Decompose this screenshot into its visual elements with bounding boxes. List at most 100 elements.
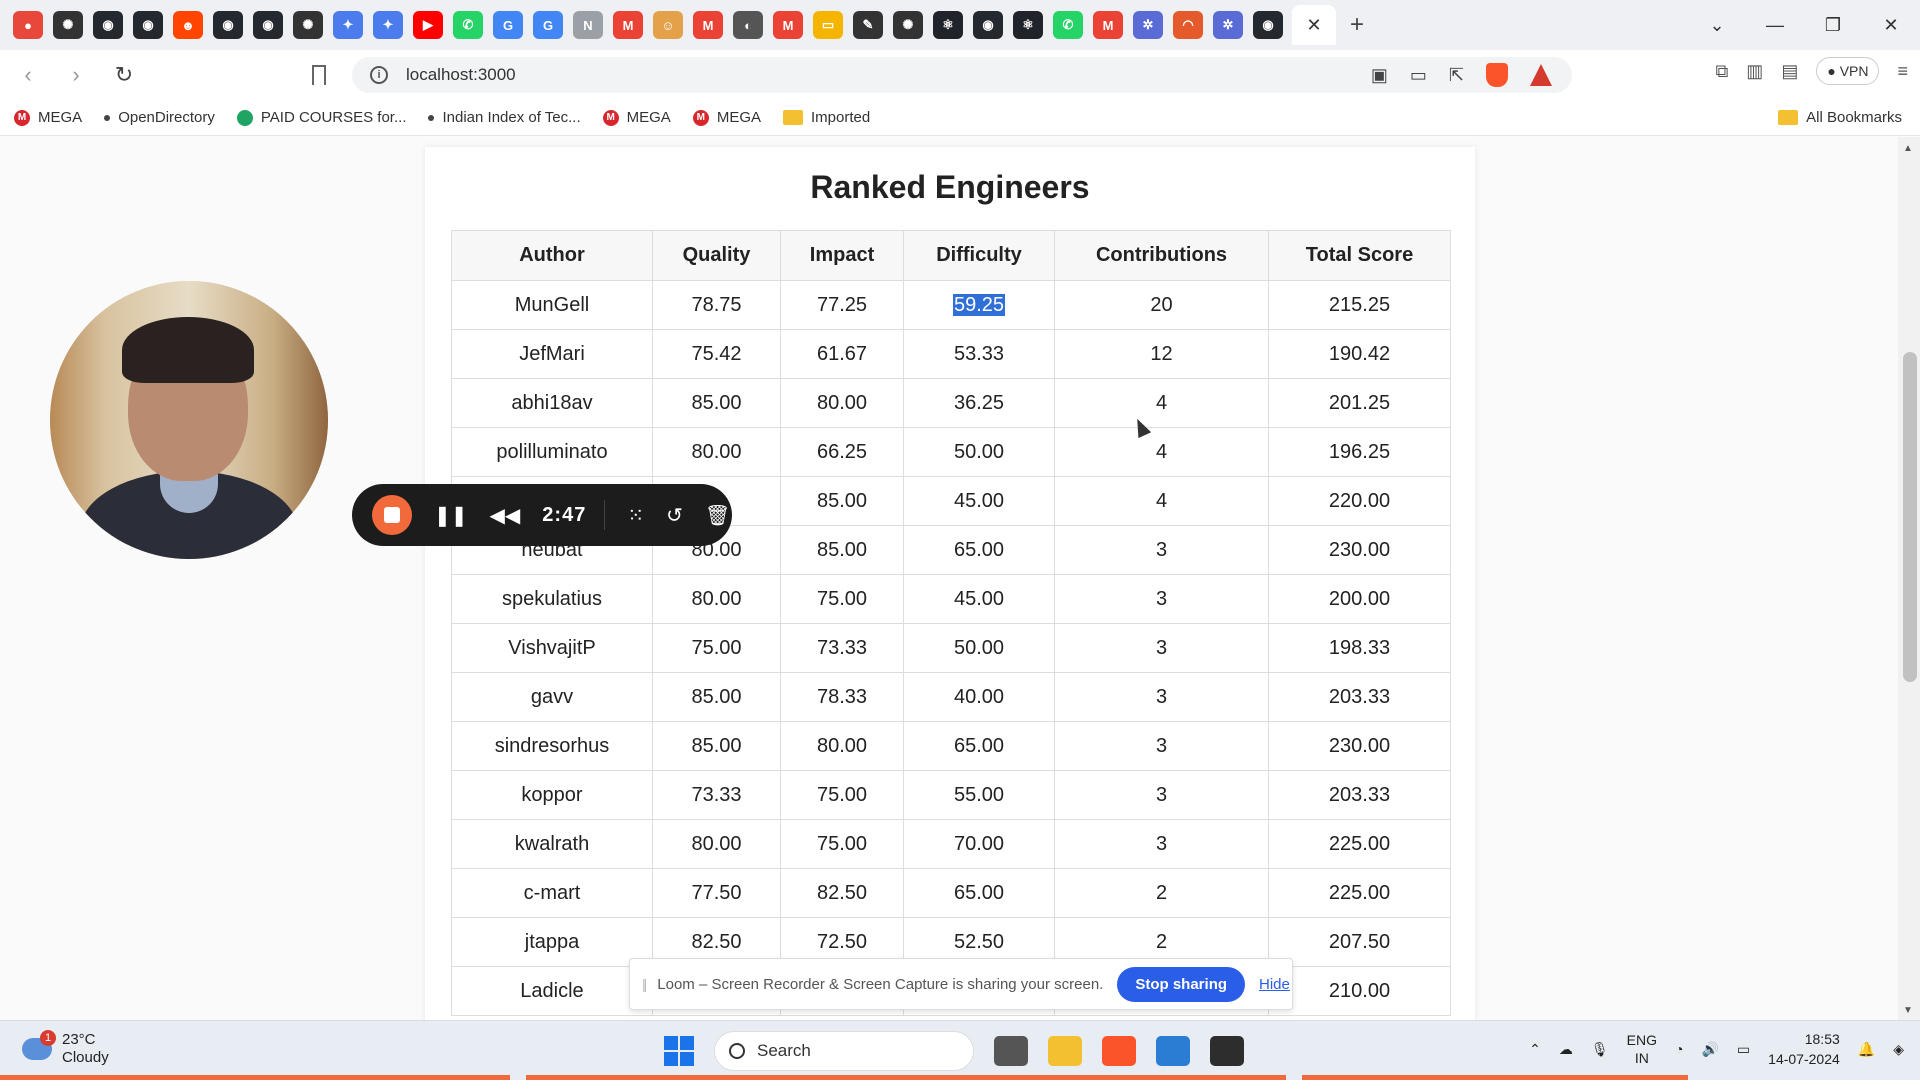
minimize-button[interactable]: — <box>1746 15 1804 36</box>
terminal-icon[interactable] <box>1210 1036 1244 1066</box>
camera-icon[interactable]: ▣ <box>1371 65 1388 86</box>
globe-icon[interactable]: ◐ <box>733 11 763 39</box>
google-icon[interactable]: G <box>533 11 563 39</box>
bookmark-item[interactable]: M MEGA <box>14 109 82 126</box>
gmail-icon[interactable]: M <box>1093 11 1123 39</box>
notification-bell-icon[interactable]: 🔔 <box>1858 1041 1875 1058</box>
github-icon[interactable]: ◉ <box>1253 11 1283 39</box>
github-icon[interactable]: ◉ <box>213 11 243 39</box>
restart-icon[interactable]: ↺ <box>666 503 683 528</box>
taskbar-search[interactable]: Search <box>714 1031 974 1071</box>
google-icon[interactable]: G <box>493 11 523 39</box>
active-tab[interactable]: ✕ <box>1292 5 1336 45</box>
site-info-icon[interactable]: i <box>370 66 388 84</box>
bookmark-item[interactable]: Imported <box>783 109 870 126</box>
webcam-bubble[interactable] <box>50 281 328 559</box>
battery-icon[interactable]: ▭ <box>1737 1041 1750 1058</box>
windows-start-icon[interactable] <box>664 1036 694 1066</box>
gmail-icon[interactable]: M <box>613 11 643 39</box>
github-icon[interactable]: ◉ <box>93 11 123 39</box>
hide-link[interactable]: Hide <box>1259 976 1290 993</box>
copilot-icon[interactable]: ◈ <box>1893 1041 1904 1058</box>
openai-icon[interactable]: ✺ <box>893 11 923 39</box>
menu-icon[interactable]: ≡ <box>1897 61 1908 82</box>
wallet-icon[interactable]: ▤ <box>1781 61 1798 82</box>
address-bar[interactable]: i localhost:3000 ▣ ▭ ⇱ <box>352 57 1572 93</box>
language-indicator[interactable]: ENG IN <box>1627 1031 1657 1067</box>
share-icon[interactable]: ⇱ <box>1449 65 1464 86</box>
all-bookmarks[interactable]: All Bookmarks <box>1778 109 1902 126</box>
wifi-icon[interactable]: ◔ <box>1675 1041 1683 1057</box>
volume-icon[interactable]: 🔊 <box>1701 1041 1718 1058</box>
scroll-down-icon[interactable]: ▼ <box>1903 1005 1913 1016</box>
column-header[interactable]: Total Score <box>1268 230 1451 281</box>
new-tab-icon[interactable]: N <box>573 11 603 39</box>
slides-icon[interactable]: ▭ <box>813 11 843 39</box>
react-icon[interactable]: ⚛ <box>933 11 963 39</box>
column-header[interactable]: Author <box>451 230 653 281</box>
clock[interactable]: 18:53 14-07-2024 <box>1768 1029 1840 1069</box>
brave-shields-icon[interactable] <box>1486 63 1508 87</box>
weather-widget[interactable]: 1 23°C Cloudy <box>22 1030 109 1067</box>
gemini-icon[interactable]: ✦ <box>333 11 363 39</box>
url-text[interactable]: localhost:3000 <box>406 65 516 85</box>
stop-sharing-button[interactable]: Stop sharing <box>1117 966 1246 1002</box>
react-icon[interactable]: ⚛ <box>1013 11 1043 39</box>
close-tab-icon[interactable]: ✕ <box>1306 15 1321 36</box>
microphone-icon[interactable]: 🎙 <box>1591 1041 1609 1058</box>
onedrive-icon[interactable]: ☁ <box>1559 1041 1573 1058</box>
reload-icon[interactable]: ↻ <box>104 62 144 88</box>
scroll-thumb[interactable] <box>1903 352 1917 682</box>
settings-icon[interactable]: ✲ <box>1213 11 1243 39</box>
gmail-icon[interactable]: M <box>773 11 803 39</box>
back-icon[interactable]: ‹ <box>8 62 48 88</box>
github-icon[interactable]: ◉ <box>253 11 283 39</box>
cast-icon[interactable]: ▭ <box>1410 65 1427 86</box>
reddit-icon[interactable]: ☻ <box>173 11 203 39</box>
file-explorer-icon[interactable] <box>1048 1036 1082 1066</box>
stop-recording-button[interactable] <box>372 495 412 535</box>
pause-icon[interactable]: ❚❚ <box>434 503 468 528</box>
tab-search-button[interactable]: ⌄ <box>1688 15 1746 36</box>
gmail-icon[interactable]: M <box>693 11 723 39</box>
column-header[interactable]: Impact <box>780 230 904 281</box>
bookmark-item[interactable]: M MEGA <box>602 109 671 126</box>
page-scrollbar[interactable]: ▲ ▼ <box>1898 137 1920 1020</box>
brave-rewards-icon[interactable] <box>1530 64 1552 86</box>
drag-handle-icon[interactable]: || <box>642 976 647 992</box>
openai-icon[interactable]: ✺ <box>53 11 83 39</box>
bookmark-item[interactable]: PAID COURSES for... <box>236 109 406 126</box>
github-icon[interactable]: ◉ <box>133 11 163 39</box>
pen-icon[interactable]: ✎ <box>853 11 883 39</box>
bookmark-item[interactable]: Indian Index of Tec... <box>428 109 581 126</box>
bookmark-item[interactable]: OpenDirectory <box>104 109 215 126</box>
rainbow-icon[interactable]: ◠ <box>1173 11 1203 39</box>
settings-icon[interactable]: ✲ <box>1133 11 1163 39</box>
brave-browser-icon[interactable] <box>1102 1036 1136 1066</box>
chevron-up-icon[interactable]: ⌃ <box>1529 1041 1541 1058</box>
openai-icon[interactable]: ✺ <box>293 11 323 39</box>
vscode-icon[interactable] <box>1156 1036 1190 1066</box>
forward-icon[interactable]: › <box>56 62 96 88</box>
column-header[interactable]: Quality <box>652 230 781 281</box>
close-window-button[interactable]: ✕ <box>1862 15 1920 36</box>
bookmark-page-icon[interactable] <box>312 65 326 85</box>
whatsapp-icon[interactable]: ✆ <box>453 11 483 39</box>
task-view-icon[interactable] <box>994 1036 1028 1066</box>
vpn-button[interactable]: ● VPN <box>1816 57 1880 85</box>
delete-icon[interactable]: 🗑 <box>705 503 730 528</box>
column-header[interactable]: Contributions <box>1054 230 1269 281</box>
gemini-icon[interactable]: ✦ <box>373 11 403 39</box>
restore-button[interactable]: ❐ <box>1804 15 1862 36</box>
scroll-up-icon[interactable]: ▲ <box>1903 143 1913 154</box>
extensions-icon[interactable]: ⧉ <box>1715 61 1728 82</box>
youtube-icon[interactable]: ▶ <box>413 11 443 39</box>
github-icon[interactable]: ◉ <box>973 11 1003 39</box>
drawing-tools-icon[interactable]: ⁙ <box>627 503 644 528</box>
sidebar-icon[interactable]: ▥ <box>1746 61 1763 82</box>
rewind-icon[interactable]: ◀◀ <box>490 503 521 528</box>
bookmark-item[interactable]: M MEGA <box>692 109 761 126</box>
new-tab-button[interactable]: + <box>1350 11 1364 39</box>
recording-icon[interactable]: ● <box>13 11 43 39</box>
column-header[interactable]: Difficulty <box>903 230 1055 281</box>
